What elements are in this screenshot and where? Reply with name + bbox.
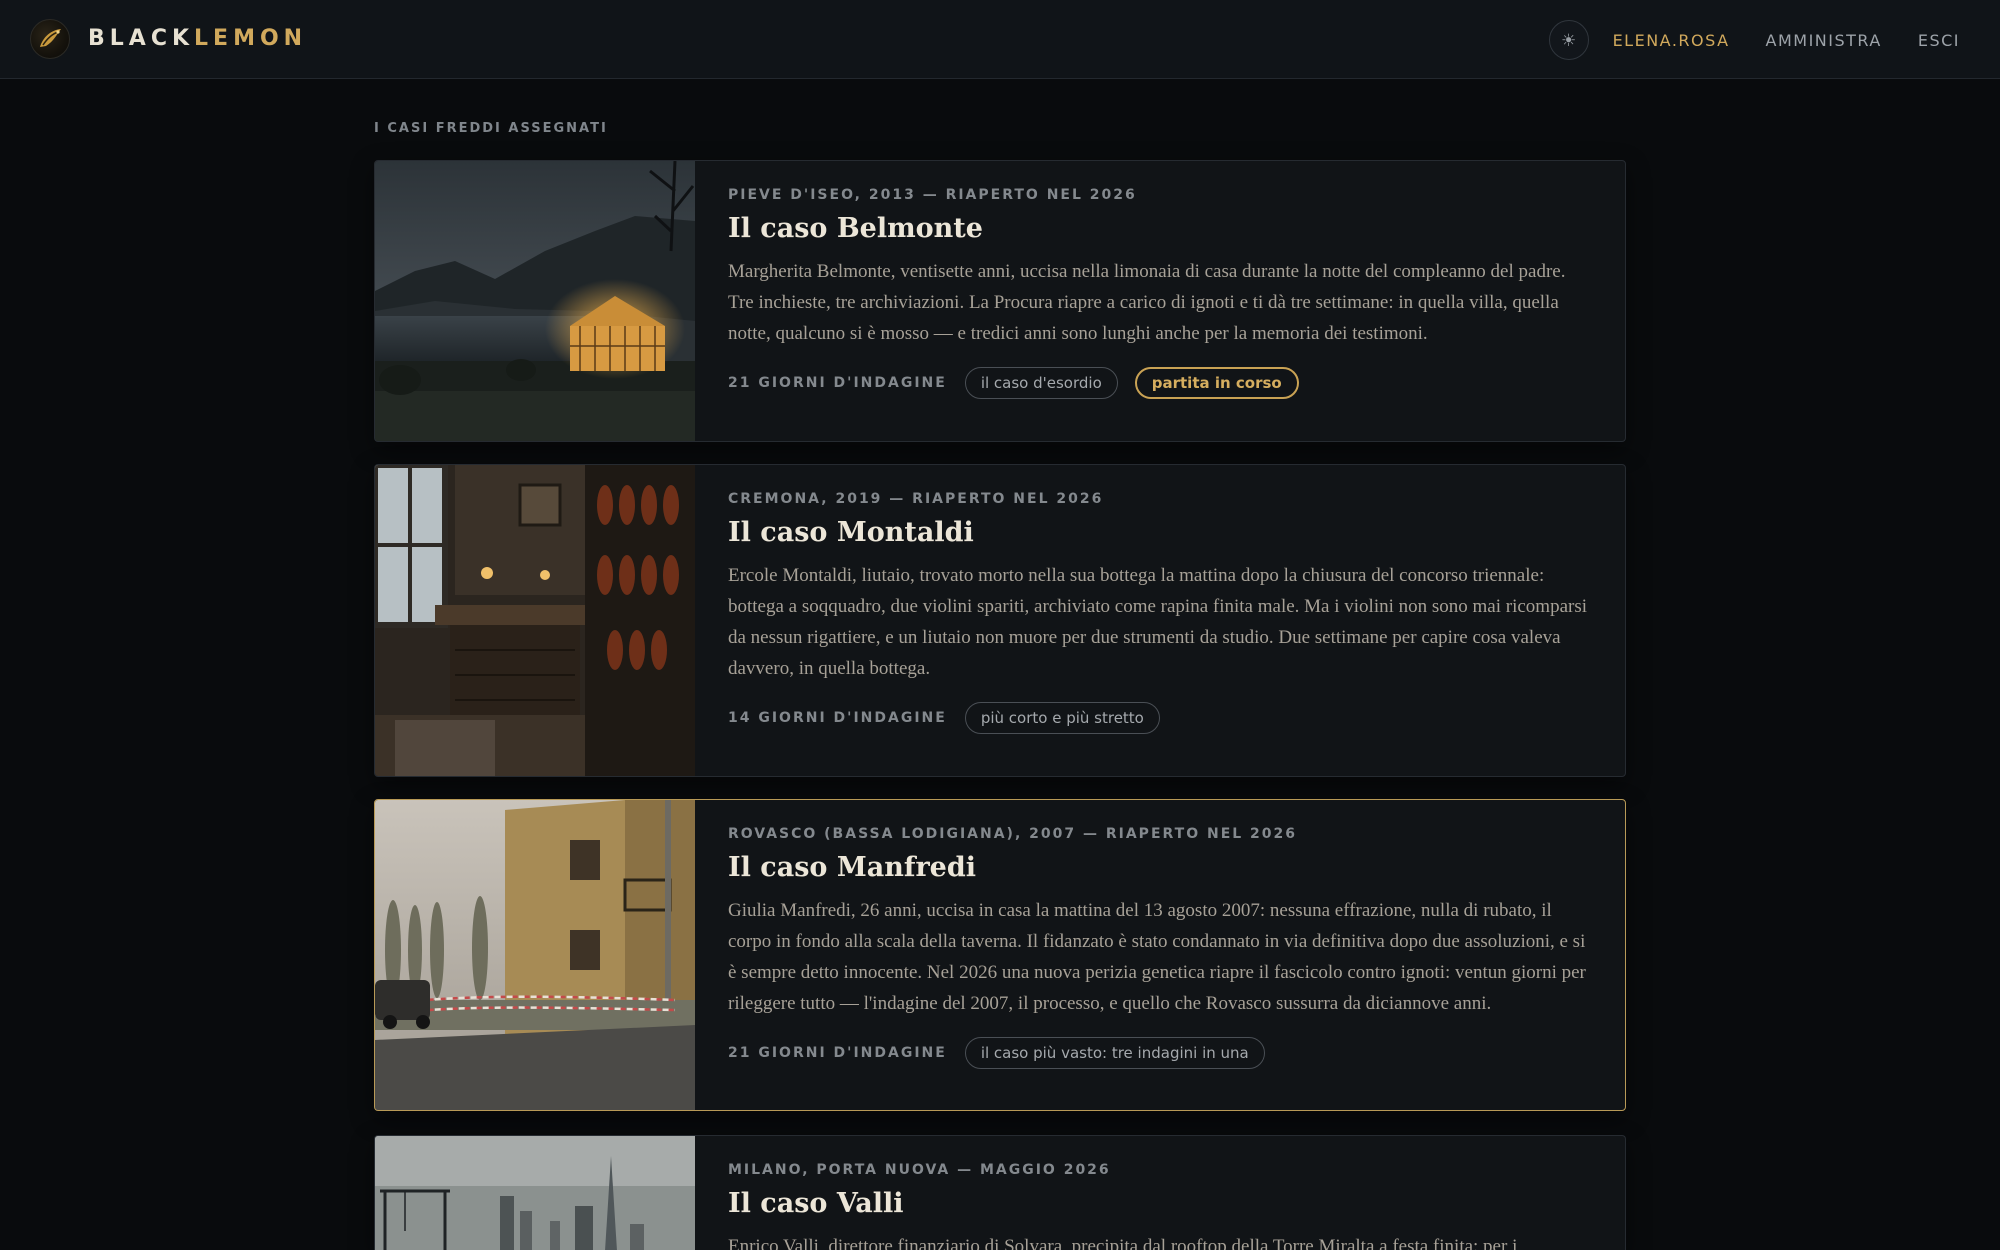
- case-meta: ROVASCO (BASSA LODIGIANA), 2007 — RIAPER…: [728, 826, 1298, 842]
- case-meta: MILANO, PORTA NUOVA — MAGGIO 2026: [728, 1162, 1111, 1178]
- case-status-badge[interactable]: partita in corso: [1134, 367, 1299, 399]
- nav-logout-link[interactable]: ESCI: [1918, 31, 1960, 50]
- case-footer: 21 GIORNI D'INDAGINE il caso più vasto: …: [728, 1037, 1591, 1069]
- case-card-body: MILANO, PORTA NUOVA — MAGGIO 2026 Il cas…: [728, 1136, 1591, 1250]
- case-tag: il caso d'esordio: [964, 367, 1118, 399]
- theme-toggle-sun-icon[interactable]: ☀: [1548, 20, 1589, 60]
- case-description: Giulia Manfredi, 26 anni, uccisa in casa…: [728, 900, 1586, 1014]
- case-card-valli[interactable]: MILANO, PORTA NUOVA — MAGGIO 2026 Il cas…: [374, 1135, 1626, 1250]
- section-title: I CASI FREDDI ASSEGNATI: [374, 121, 608, 136]
- case-image-milan-skyline: [375, 1136, 695, 1250]
- case-description: Margherita Belmonte, ventisette anni, uc…: [728, 261, 1566, 344]
- case-title[interactable]: Il caso Belmonte: [728, 212, 1591, 246]
- case-footer: 14 GIORNI D'INDAGINE più corto e più str…: [728, 702, 1591, 734]
- nav-user-link[interactable]: ELENA.ROSA: [1613, 31, 1730, 50]
- brand-name-black: BLACK: [88, 26, 195, 51]
- case-card-manfredi[interactable]: ROVASCO (BASSA LODIGIANA), 2007 — RIAPER…: [374, 799, 1626, 1111]
- top-bar: BLACKLEMON ☀ ELENA.ROSA AMMINISTRA ESCI: [0, 0, 2000, 79]
- brand-name: BLACKLEMON: [88, 20, 307, 58]
- brand[interactable]: BLACKLEMON: [30, 19, 307, 59]
- case-title[interactable]: Il caso Montaldi: [728, 516, 1591, 550]
- top-nav: ☀ ELENA.ROSA AMMINISTRA ESCI: [1548, 19, 1960, 61]
- case-description: Enrico Valli, direttore finanziario di S…: [728, 1236, 1518, 1250]
- case-tag: più corto e più stretto: [964, 702, 1160, 734]
- case-duration: 14 GIORNI D'INDAGINE: [728, 710, 947, 726]
- case-duration: 21 GIORNI D'INDAGINE: [728, 1045, 947, 1061]
- brand-name-lemon: LEMON: [194, 26, 308, 51]
- case-meta: CREMONA, 2019 — RIAPERTO NEL 2026: [728, 491, 1104, 507]
- case-tag: il caso più vasto: tre indagini in una: [964, 1037, 1265, 1069]
- case-card-montaldi[interactable]: CREMONA, 2019 — RIAPERTO NEL 2026 Il cas…: [374, 464, 1626, 777]
- case-title[interactable]: Il caso Valli: [728, 1187, 1591, 1221]
- case-card-body: CREMONA, 2019 — RIAPERTO NEL 2026 Il cas…: [728, 465, 1591, 734]
- case-footer: 21 GIORNI D'INDAGINE il caso d'esordio p…: [728, 367, 1591, 399]
- lemon-bird-logo-icon: [30, 19, 70, 59]
- nav-admin-link[interactable]: AMMINISTRA: [1766, 31, 1882, 50]
- case-card-belmonte[interactable]: PIEVE D'ISEO, 2013 — RIAPERTO NEL 2026 I…: [374, 160, 1626, 442]
- case-card-body: ROVASCO (BASSA LODIGIANA), 2007 — RIAPER…: [728, 800, 1591, 1069]
- case-meta: PIEVE D'ISEO, 2013 — RIAPERTO NEL 2026: [728, 187, 1137, 203]
- case-image-house-crime-tape: [375, 800, 695, 1110]
- case-image-lake-greenhouse: [375, 161, 695, 441]
- case-card-body: PIEVE D'ISEO, 2013 — RIAPERTO NEL 2026 I…: [728, 161, 1591, 399]
- case-duration: 21 GIORNI D'INDAGINE: [728, 375, 947, 391]
- case-title[interactable]: Il caso Manfredi: [728, 851, 1591, 885]
- case-image-violin-workshop: [375, 465, 695, 776]
- case-description: Ercole Montaldi, liutaio, trovato morto …: [728, 565, 1588, 679]
